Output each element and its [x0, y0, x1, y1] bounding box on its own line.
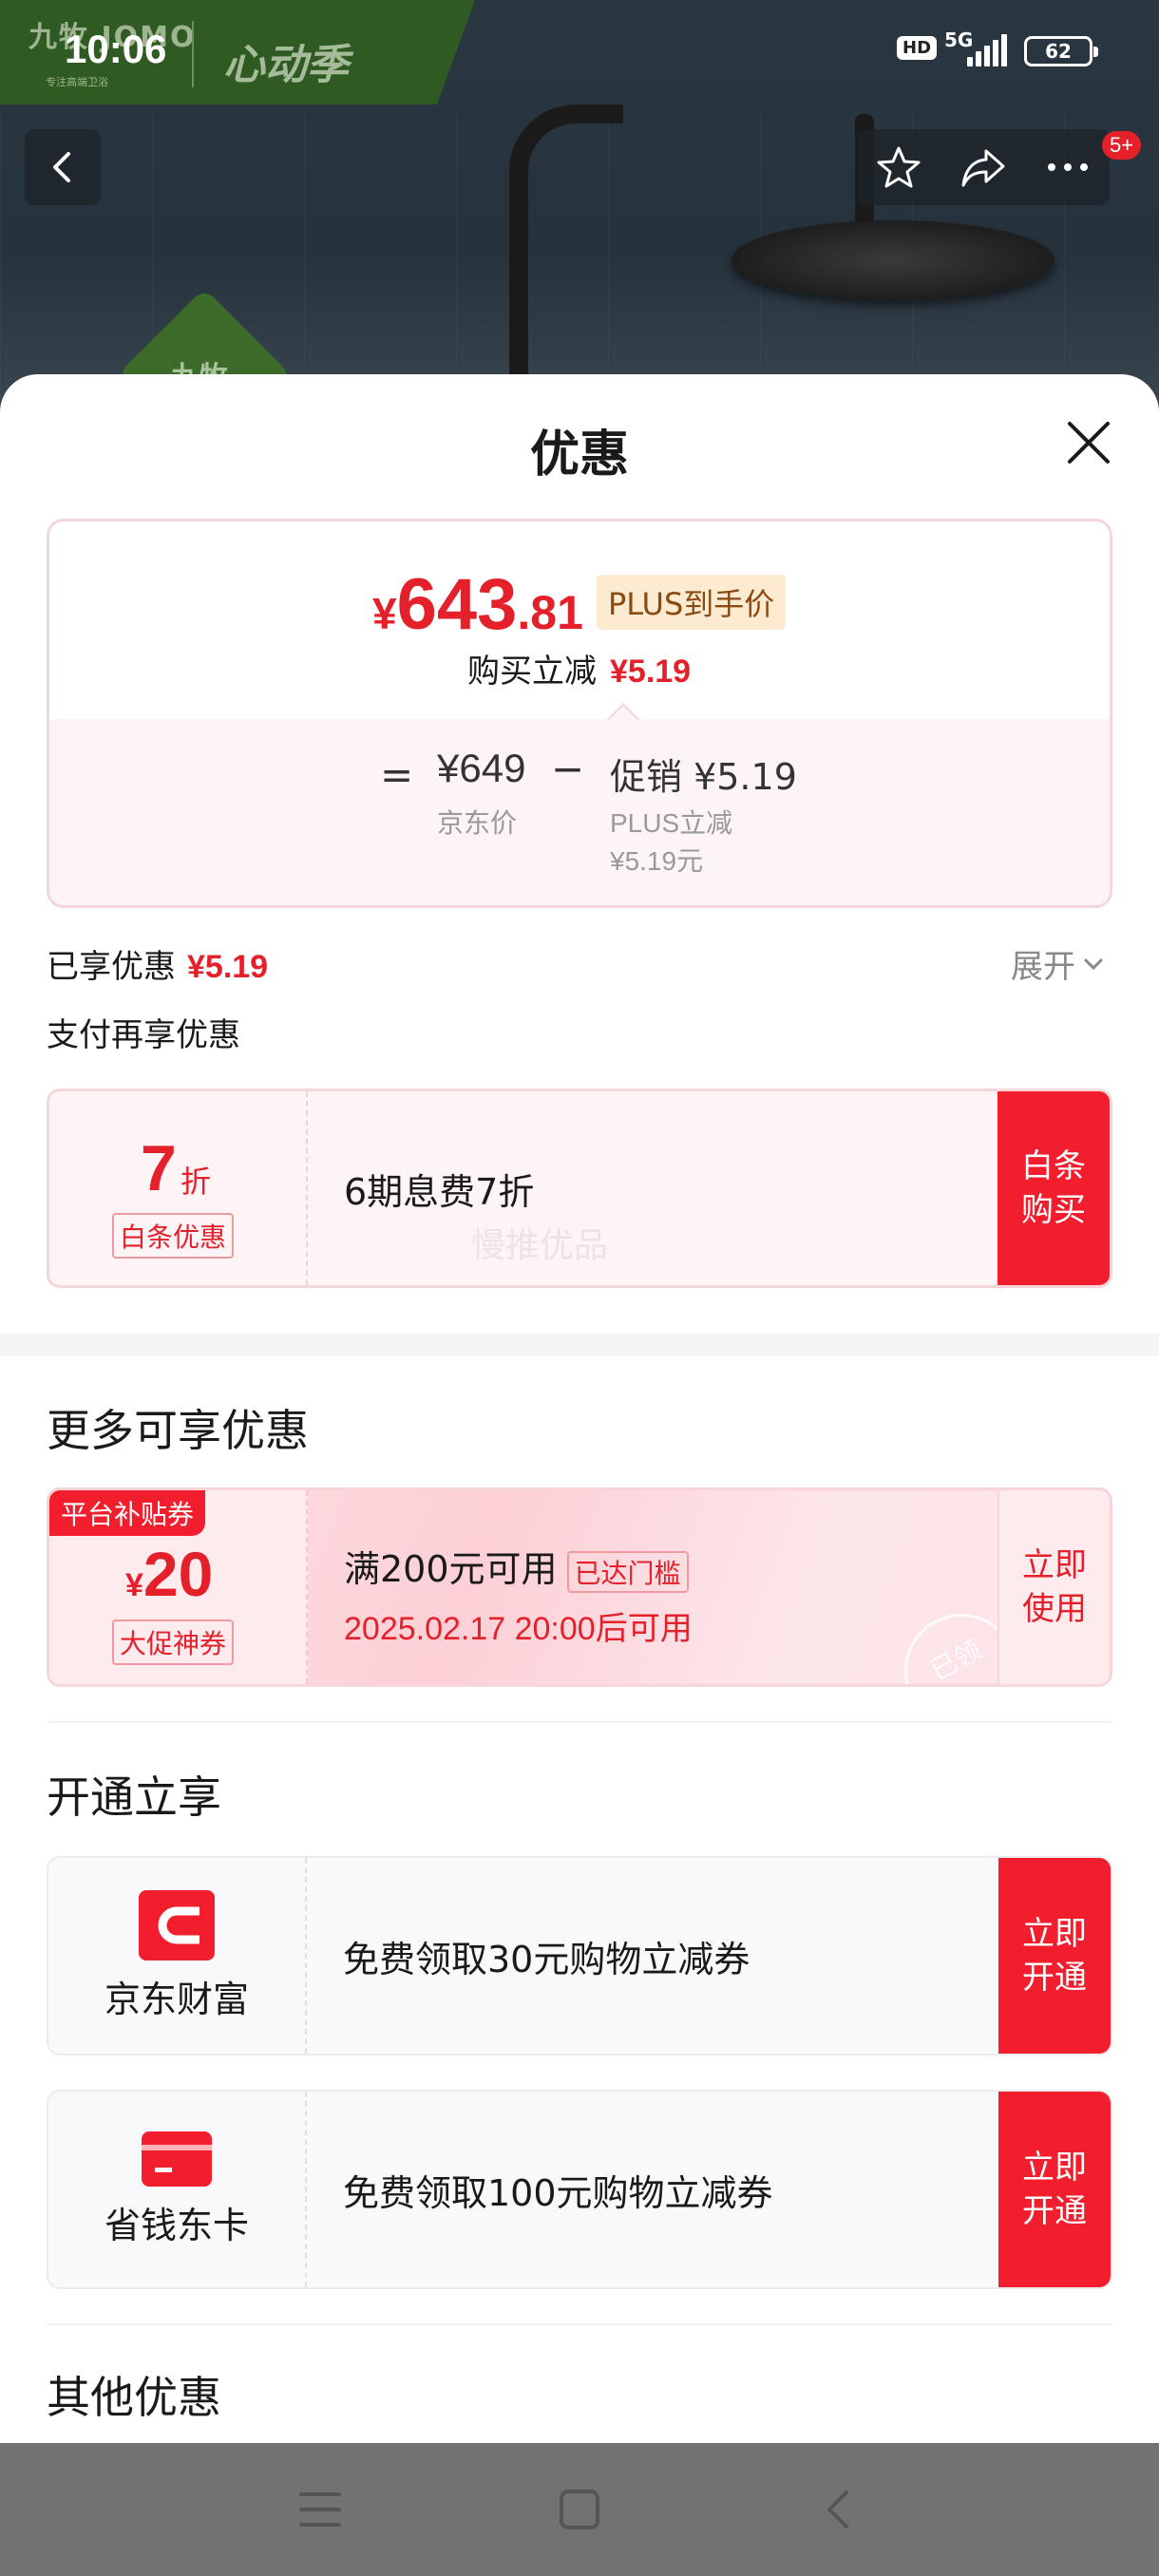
promo-plus-label: PLUS立减	[610, 808, 733, 838]
use-coupon-label: 立即使用	[1022, 1546, 1087, 1628]
chevron-left-icon	[53, 152, 70, 182]
saving-card-card: 省钱东卡 免费领取100元购物立减券 立即开通	[47, 2090, 1112, 2289]
home-nav-button[interactable]	[537, 2467, 622, 2552]
plus-price-tag: PLUS到手价	[597, 575, 787, 630]
baitiao-tag: 白条优惠	[112, 1213, 235, 1259]
discount-sheet: 优惠 ¥643.81 PLUS到手价 购买立减 ¥5.19 = ¥649 京东价 …	[0, 374, 1159, 2443]
sheet-title: 优惠	[529, 426, 629, 483]
coupon-valid-time: 2025.02.17 20:00后可用	[344, 1611, 693, 1647]
back-icon	[827, 2491, 849, 2529]
shower-head	[732, 220, 1054, 300]
expand-label: 展开	[1011, 948, 1075, 986]
share-icon	[961, 149, 1005, 187]
status-bar: 10:06 HD 5G 62	[0, 0, 1159, 104]
home-square-icon	[559, 2490, 599, 2529]
discount-value: 7	[141, 1132, 177, 1204]
favorite-button[interactable]	[865, 134, 932, 200]
saving-card-name: 省钱东卡	[104, 2204, 249, 2246]
star-icon	[877, 146, 921, 188]
more-offers-title: 更多可享优惠	[47, 1405, 309, 1456]
coupon-left: 平台补贴券 ¥20 大促神券	[49, 1490, 308, 1684]
jd-wealth-icon	[139, 1889, 215, 1960]
close-button[interactable]	[1060, 414, 1117, 471]
open-benefits-title: 开通立享	[47, 1771, 221, 1823]
coupon-condition: 满200元可用 已达门槛	[344, 1540, 689, 1593]
more-icon	[1047, 163, 1088, 171]
menu-icon	[298, 2492, 341, 2527]
watermark-text: 慢推优品	[471, 1226, 609, 1265]
instant-cut-label: 购买立减	[467, 653, 597, 691]
open-saving-card-button[interactable]: 立即开通	[998, 2092, 1111, 2287]
baitiao-offer-left: 7 折 白条优惠	[49, 1091, 308, 1285]
jd-price: ¥649	[437, 746, 526, 790]
price-card: ¥643.81 PLUS到手价 购买立减 ¥5.19 = ¥649 京东价 − 促…	[47, 519, 1112, 908]
chevron-down-icon	[1084, 958, 1103, 970]
divider	[47, 2323, 1112, 2325]
platform-coupon-tag: 平台补贴券	[49, 1490, 206, 1536]
price-integer: 643	[396, 564, 518, 645]
other-offers-title: 其他优惠	[47, 2372, 221, 2423]
enjoyed-discount: 已享优惠 ¥5.19	[47, 940, 268, 987]
jd-wealth-text: 免费领取30元购物立减券	[343, 1938, 750, 1980]
coupon-amount: ¥20	[125, 1538, 213, 1610]
instant-cut: 购买立减 ¥5.19	[467, 645, 691, 691]
saving-card-left: 省钱东卡	[48, 2092, 307, 2287]
expand-button[interactable]: 展开	[1011, 940, 1106, 987]
battery-icon: 62	[1024, 36, 1098, 66]
hd-icon: HD	[897, 36, 938, 60]
jd-wealth-card: 京东财富 免费领取30元购物立减券 立即开通	[47, 1856, 1112, 2055]
jd-wealth-name: 京东财富	[104, 1978, 249, 2020]
threshold-reached-badge: 已达门槛	[566, 1550, 689, 1593]
platform-coupon-card: 平台补贴券 ¥20 大促神券 满200元可用 已达门槛 2025.02.17 20…	[47, 1487, 1112, 1687]
back-button[interactable]	[25, 129, 101, 205]
divider	[47, 1721, 1112, 1723]
section-divider	[0, 1334, 1159, 1356]
pay-more-label: 支付再享优惠	[47, 1016, 240, 1054]
price-decimal: .81	[517, 586, 583, 639]
equals-sign: =	[380, 751, 414, 798]
promo-discount: 促销 ¥5.19	[610, 756, 797, 798]
open-jd-wealth-button[interactable]: 立即开通	[998, 1858, 1111, 2054]
baitiao-buy-label: 白条购买	[1021, 1147, 1086, 1229]
saving-card-text: 免费领取100元购物立减券	[343, 2171, 773, 2214]
enjoyed-value: ¥5.19	[187, 949, 269, 985]
coupon-value: 20	[142, 1539, 214, 1609]
enjoyed-label: 已享优惠	[47, 948, 176, 986]
status-time: 10:06	[65, 27, 167, 71]
nav-actions	[857, 129, 1110, 205]
app-screen: 九牧 JOMO 专注高端卫浴 心动季 九牧 10:06 HD 5G 62 5	[0, 0, 1159, 2576]
coupon-condition-text: 满200元可用	[344, 1548, 558, 1590]
discount-unit: 折	[180, 1164, 212, 1200]
back-nav-button[interactable]	[796, 2467, 882, 2552]
currency-symbol: ¥	[372, 589, 397, 638]
minus-sign: −	[551, 746, 585, 792]
menu-nav-button[interactable]	[277, 2467, 363, 2552]
promo-coupon-tag: 大促神券	[112, 1619, 235, 1665]
message-count-badge: 5+	[1102, 131, 1142, 160]
coupon-currency: ¥	[125, 1567, 143, 1603]
jd-wealth-left: 京东财富	[48, 1858, 307, 2054]
system-nav-bar	[0, 2443, 1159, 2576]
signal-icon	[967, 32, 1009, 66]
final-price: ¥643.81	[372, 563, 583, 646]
open-saving-card-label: 立即开通	[1022, 2149, 1087, 2230]
share-button[interactable]	[950, 134, 1016, 200]
card-icon	[142, 2131, 212, 2187]
instant-cut-value: ¥5.19	[610, 653, 692, 690]
use-coupon-button[interactable]: 立即使用	[998, 1490, 1110, 1684]
open-jd-wealth-label: 立即开通	[1022, 1915, 1087, 1997]
baitiao-buy-button[interactable]: 白条购买	[998, 1091, 1110, 1285]
jd-price-label: 京东价	[437, 807, 518, 839]
more-button[interactable]	[1035, 134, 1101, 200]
promo-plus-value: ¥5.19元	[610, 846, 704, 876]
close-icon	[1068, 422, 1110, 464]
